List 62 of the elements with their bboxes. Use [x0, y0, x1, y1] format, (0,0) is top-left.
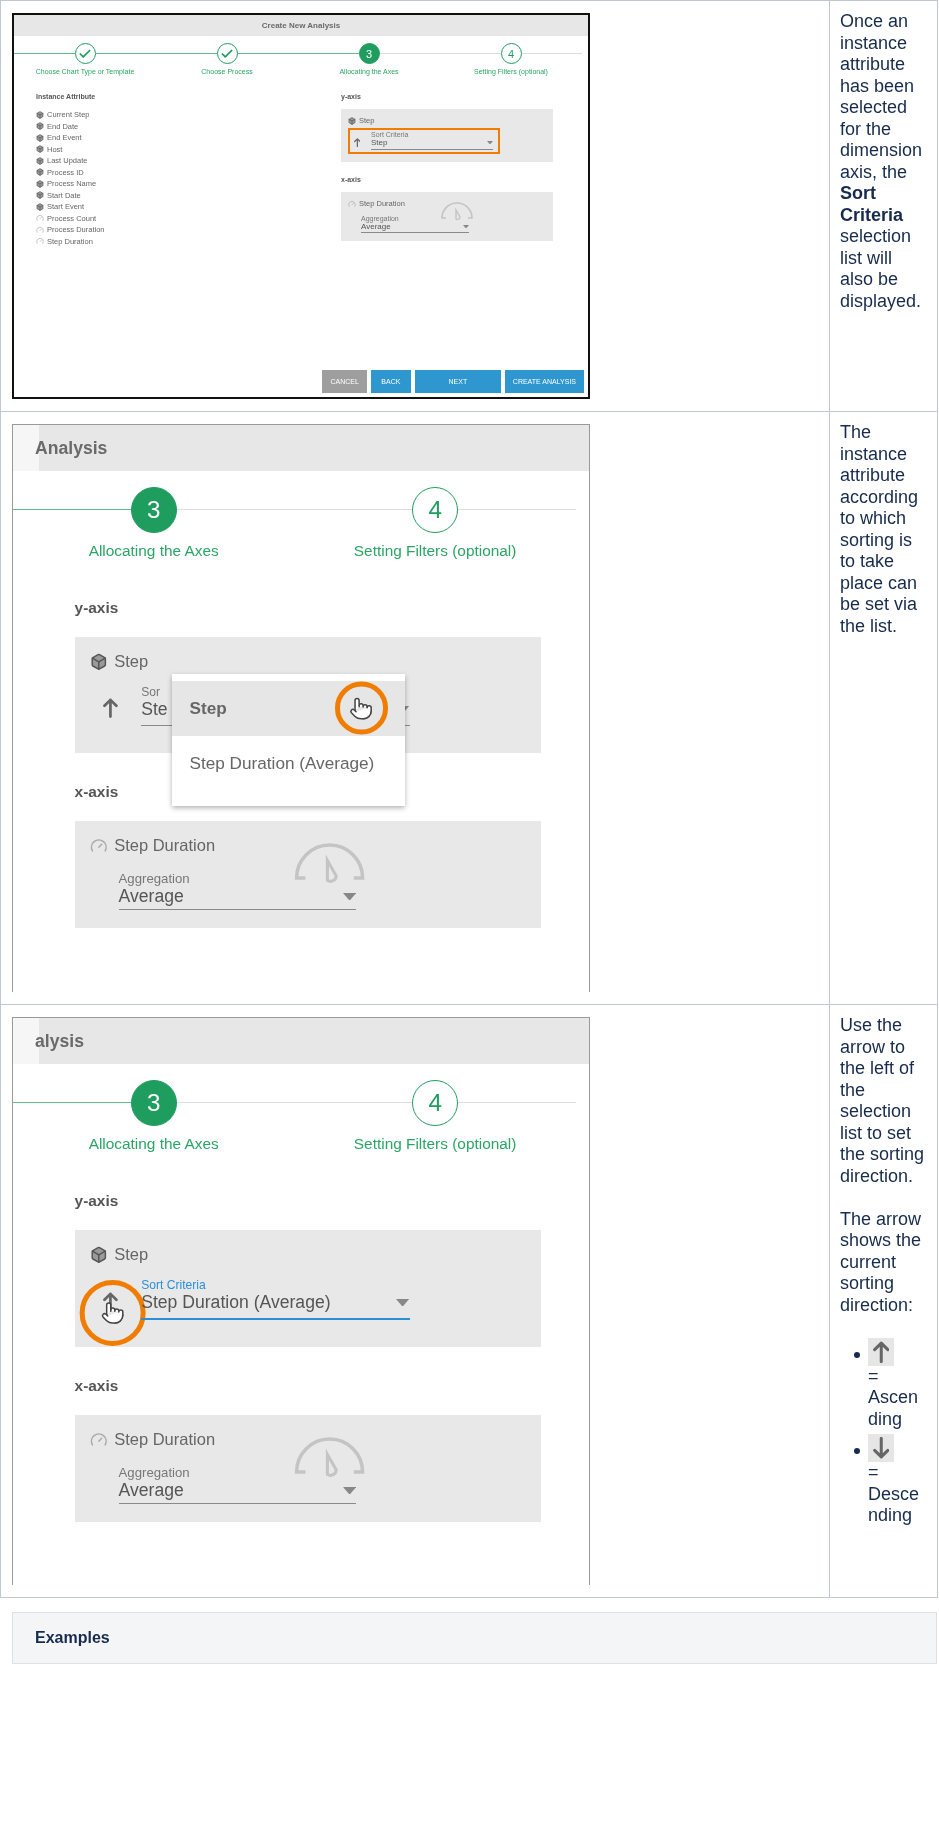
step-circle: 3	[130, 486, 177, 533]
section-heading: y-axis	[74, 1192, 120, 1211]
cube-icon	[90, 653, 108, 671]
dialog-title: Create New Analysis	[14, 15, 588, 36]
description-text: Use the arrow to the left of the selection list to set the sorting direction.	[840, 1015, 925, 1187]
step-label: Setting Filters (optional)	[353, 1134, 517, 1153]
axis-attribute: Step	[114, 652, 149, 672]
cube-icon	[36, 202, 44, 211]
description-text: The instance attribute according to which sorting is to take place can be set via the list.	[840, 422, 920, 637]
cube-icon	[36, 122, 44, 131]
caret-icon	[396, 1298, 410, 1307]
section-heading: y-axis	[74, 599, 120, 618]
panel-title: Examples	[35, 1629, 110, 1646]
legend-text: = Descending	[868, 1462, 921, 1527]
cube-icon	[36, 133, 44, 142]
legend-text: = Ascending	[868, 1365, 920, 1430]
gauge-icon	[36, 225, 44, 234]
caret-icon	[487, 140, 493, 145]
arrow-up-icon	[102, 698, 118, 718]
dialog-title: alysis	[13, 1018, 589, 1065]
section-heading: x-axis	[74, 1377, 120, 1396]
caret-icon	[463, 224, 469, 229]
aggregation-select[interactable]: Aggregation Average	[118, 1456, 357, 1505]
axis-attribute: Step Duration	[114, 1430, 216, 1450]
sort-direction-button[interactable]	[352, 137, 362, 147]
step-label: Allocating the Axes	[88, 541, 219, 560]
gauge-icon	[36, 214, 44, 223]
hand-cursor-icon	[100, 1301, 126, 1326]
step-circle: 3	[130, 1079, 177, 1126]
gauge-icon	[90, 1431, 108, 1449]
caret-icon	[343, 892, 357, 901]
dialog-title: Analysis	[13, 425, 589, 472]
caret-icon	[343, 1486, 357, 1495]
axis-attribute: Step	[114, 1245, 149, 1265]
step-circle: 4	[500, 43, 522, 64]
bullet-dot	[854, 1351, 860, 1358]
cube-icon	[90, 1246, 108, 1264]
gauge-icon	[90, 837, 108, 855]
gauge-icon	[36, 237, 44, 246]
hand-cursor-icon	[349, 696, 374, 721]
cube-icon	[36, 145, 44, 154]
menu-item[interactable]: Step	[171, 680, 406, 736]
step-circle: 4	[412, 486, 459, 533]
step-circle: 4	[412, 1079, 459, 1126]
cube-icon	[36, 110, 44, 119]
step-label: Allocating the Axes	[88, 1134, 219, 1153]
arrow-up-icon	[353, 137, 361, 147]
aggregation-select[interactable]: Aggregation Average	[118, 862, 357, 911]
cube-icon	[348, 116, 356, 125]
cube-icon	[36, 179, 44, 188]
gauge-icon	[348, 199, 356, 208]
menu-item[interactable]: Step Duration (Average)	[171, 735, 406, 791]
step-circle: 3	[358, 43, 380, 64]
section-heading: x-axis	[74, 783, 120, 802]
description-text: Once an instance attribute has been selected for the dimension axis, the Sort Criteria selection list will also be displayed.	[840, 11, 924, 312]
cube-icon	[36, 156, 44, 165]
step-label: Setting Filters (optional)	[353, 541, 517, 560]
cube-icon	[36, 191, 44, 200]
axis-attribute: Step Duration	[114, 836, 216, 856]
bullet-dot	[854, 1448, 860, 1454]
cube-icon	[36, 168, 44, 177]
description-text: The arrow shows the current sorting direction:	[840, 1208, 923, 1316]
